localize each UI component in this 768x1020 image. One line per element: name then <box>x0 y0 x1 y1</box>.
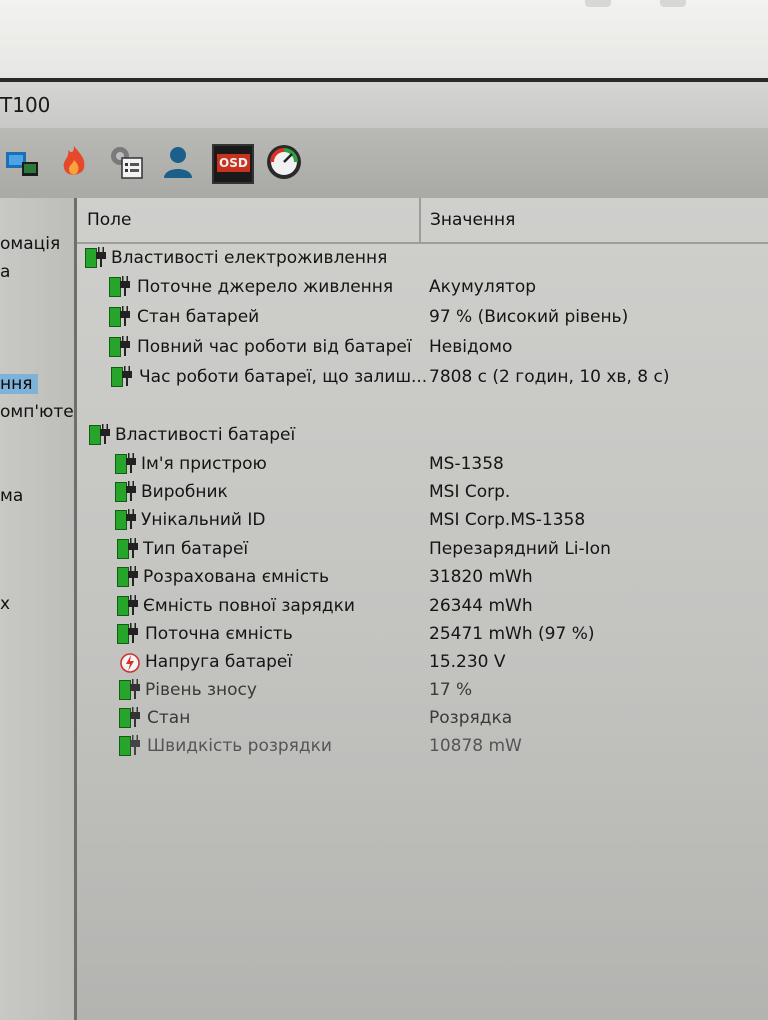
field-label: Поточна ємність <box>145 624 293 644</box>
field-label: Розрахована ємність <box>143 567 329 587</box>
field-value: 10878 mW <box>429 736 522 756</box>
nav-item[interactable]: х <box>0 594 10 614</box>
field-label: Ємність повної зарядки <box>143 596 355 616</box>
field-label: Унікальний ID <box>141 510 266 530</box>
field-label: Повний час роботи від батареї <box>137 337 412 357</box>
section-header-power[interactable]: Властивості електроживлення <box>77 245 768 273</box>
bezel-notch <box>585 0 611 7</box>
osd-icon[interactable]: OSD <box>212 144 254 184</box>
column-field-header[interactable]: Поле <box>87 210 132 230</box>
table-row[interactable]: Тип батареї Перезарядний Li-Ion <box>77 536 768 564</box>
gauge-icon[interactable] <box>264 142 304 182</box>
table-row[interactable]: Напруга батареї 15.230 V <box>77 649 768 677</box>
table-row[interactable]: Ємність повної зарядки 26344 mWh <box>77 593 768 621</box>
osd-label: OSD <box>217 154 250 172</box>
column-value-header[interactable]: Значення <box>430 210 515 230</box>
column-separator[interactable] <box>419 198 421 242</box>
title-bar: T100 <box>0 82 768 128</box>
table-row[interactable]: Повний час роботи від батареї Невідомо <box>77 334 768 362</box>
field-value: Розрядка <box>429 708 513 728</box>
table-row[interactable]: Поточне джерело живлення Акумулятор <box>77 274 768 302</box>
field-value: 7808 с (2 годин, 10 хв, 8 с) <box>429 367 670 387</box>
field-label: Напруга батареї <box>145 652 293 672</box>
field-value: 97 % (Високий рівень) <box>429 307 629 327</box>
details-pane: Поле Значення Властивості електроживленн… <box>77 198 768 1020</box>
field-label: Час роботи батареї, що залиш... <box>139 367 428 387</box>
nav-item[interactable]: а <box>0 262 10 282</box>
field-label: Ім'я пристрою <box>141 454 267 474</box>
field-value: Акумулятор <box>429 277 537 297</box>
field-value: 26344 mWh <box>429 596 533 616</box>
field-value: Невідомо <box>429 337 513 357</box>
field-label: Виробник <box>141 482 228 502</box>
section-header-battery[interactable]: Властивості батареї <box>77 422 768 450</box>
field-value: MSI Corp. <box>429 482 511 502</box>
scheduler-icon[interactable] <box>106 142 146 182</box>
field-value: MSI Corp.MS-1358 <box>429 510 586 530</box>
field-value: 15.230 V <box>429 652 506 672</box>
field-label: Рівень зносу <box>145 680 257 700</box>
field-label: Швидкість розрядки <box>147 736 332 756</box>
field-value: 25471 mWh (97 %) <box>429 624 595 644</box>
table-row[interactable]: Розрахована ємність 31820 mWh <box>77 564 768 592</box>
column-header: Поле Значення <box>77 198 768 244</box>
field-label: Тип батареї <box>143 539 249 559</box>
field-value: Перезарядний Li-Ion <box>429 539 611 559</box>
table-row[interactable]: Поточна ємність 25471 mWh (97 %) <box>77 621 768 649</box>
section-title: Властивості батареї <box>115 425 296 445</box>
field-label: Поточне джерело живлення <box>137 277 394 297</box>
field-value: MS-1358 <box>429 454 504 474</box>
field-label: Стан <box>147 708 191 728</box>
table-row[interactable]: Швидкість розрядки 10878 mW <box>77 733 768 761</box>
section-title: Властивості електроживлення <box>111 248 388 268</box>
nav-item[interactable]: омація <box>0 234 60 254</box>
table-row[interactable]: Стан Розрядка <box>77 705 768 733</box>
voltage-icon <box>119 652 141 674</box>
nav-item[interactable]: омп'юте <box>0 402 74 422</box>
toolbar: OSD <box>0 128 768 198</box>
field-value: 17 % <box>429 680 473 700</box>
table-row[interactable]: Стан батарей 97 % (Високий рівень) <box>77 304 768 332</box>
monitor-bezel <box>0 0 768 80</box>
field-label: Стан батарей <box>137 307 260 327</box>
field-value: 31820 mWh <box>429 567 533 587</box>
nav-item[interactable]: ма <box>0 486 23 506</box>
window-title: T100 <box>0 93 51 117</box>
table-row[interactable]: Унікальний ID MSI Corp.MS-1358 <box>77 507 768 535</box>
table-row[interactable]: Час роботи батареї, що залиш... 7808 с (… <box>77 364 768 392</box>
table-row[interactable]: Виробник MSI Corp. <box>77 479 768 507</box>
left-navigation-pane[interactable]: омація а ння омп'юте ма х <box>0 198 77 1020</box>
nav-item-selected[interactable]: ння <box>0 374 39 394</box>
table-row[interactable]: Ім'я пристрою MS-1358 <box>77 451 768 479</box>
user-icon[interactable] <box>158 142 198 182</box>
network-icon[interactable] <box>4 142 44 182</box>
bezel-notch <box>660 0 686 7</box>
table-row[interactable]: Рівень зносу 17 % <box>77 677 768 705</box>
flame-icon[interactable] <box>54 142 94 182</box>
